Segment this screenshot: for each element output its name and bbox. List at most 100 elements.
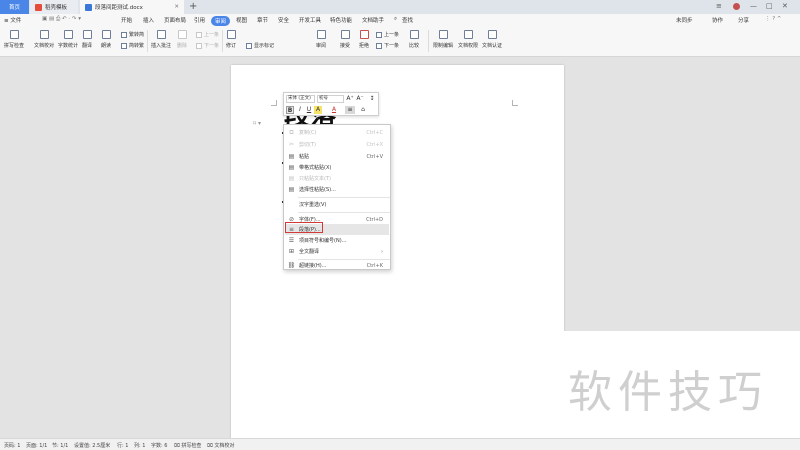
spellcheck-button[interactable]: 拼写检查 (4, 30, 24, 49)
menu-page-layout[interactable]: 页面布局 (164, 16, 186, 24)
minimize-button[interactable]: — (750, 2, 757, 10)
speaker-icon (101, 30, 111, 39)
status-spellcheck[interactable]: ⌧ 拼写检查 (174, 442, 201, 449)
menu-paste[interactable]: ▤ 粘贴 Ctrl+V (285, 151, 389, 162)
sync-status[interactable]: 未同步 (676, 16, 693, 24)
reject-button[interactable]: 拒绝 (359, 30, 369, 49)
review-pane-button[interactable]: 审阅 (316, 30, 326, 49)
tab-document[interactable]: 段落间距测试.docx ✕ (80, 0, 184, 14)
search-icon[interactable]: ⌕ (394, 16, 397, 23)
trad-to-simp-button[interactable]: 简转繁 (121, 42, 144, 49)
share-button[interactable]: 分享 (738, 16, 749, 24)
status-col[interactable]: 列: 1 (134, 442, 145, 449)
menu-security[interactable]: 安全 (278, 16, 289, 24)
prev-comment-button[interactable]: 上一条 (196, 31, 219, 38)
doc-cert-icon (487, 30, 497, 39)
italic-button[interactable]: I (296, 106, 304, 114)
status-spellcheck-label: 拼写检查 (181, 442, 202, 449)
word-count-button[interactable]: 字数统计 (58, 30, 78, 49)
prev-icon (196, 31, 202, 38)
font-size-select[interactable]: 初号 (317, 95, 344, 103)
compare-label: 比较 (409, 43, 420, 49)
translate-icon (82, 30, 92, 39)
crop-mark (512, 100, 518, 106)
close-tab-icon[interactable]: ✕ (174, 4, 179, 10)
doc-permission-button[interactable]: 文档权限 (458, 30, 478, 49)
menu-paste-format[interactable]: ▤ 带格式粘贴(X) (285, 162, 389, 173)
menu-reference[interactable]: 引用 (194, 16, 205, 24)
tab-template[interactable]: 稻壳模板 (30, 0, 78, 14)
menu-full-translate[interactable]: ⊞ 全文翻译 › (285, 246, 389, 257)
close-button[interactable]: ✕ (782, 2, 788, 10)
show-markup-button[interactable]: 显示标记 (246, 42, 274, 49)
menu-copy[interactable]: ⧉ 复制(C) Ctrl+C (285, 127, 389, 138)
menu-developer[interactable]: 开发工具 (299, 16, 321, 24)
new-tab-button[interactable]: + (189, 1, 197, 12)
doc-proof-button[interactable]: 文档校对 (34, 30, 54, 49)
font-name-select[interactable]: 宋体 (正文) (286, 95, 315, 103)
menu-doc-assistant[interactable]: 文档助手 (362, 16, 384, 24)
shrink-font-button[interactable]: A⁻ (356, 95, 364, 103)
status-setting[interactable]: 设置值: 2.5厘米 (74, 442, 110, 449)
blank-icon (288, 201, 295, 208)
read-aloud-label: 朗读 (101, 43, 112, 49)
read-aloud-button[interactable]: 朗读 (101, 30, 111, 49)
highlight-button[interactable]: A (314, 106, 322, 114)
underline-button[interactable]: U (305, 106, 313, 114)
status-proof[interactable]: ⌧ 文档校对 (207, 442, 234, 449)
menu-start[interactable]: 开始 (121, 16, 132, 24)
restrict-edit-button[interactable]: 限制编辑 (433, 30, 453, 49)
delete-comment-button[interactable]: 删除 (177, 30, 187, 49)
doc-cert-button[interactable]: 文档认证 (482, 30, 502, 49)
translate-button[interactable]: 翻译 (82, 30, 92, 49)
comment-icon (156, 30, 166, 39)
file-menu[interactable]: ≡ 文件 (4, 16, 21, 24)
next-comment-button[interactable]: 下一条 (196, 42, 219, 49)
bold-button[interactable]: B (286, 106, 294, 114)
status-word-count[interactable]: 字数: 6 (151, 442, 167, 449)
paragraph-handle-icon[interactable]: ⌑ ▾ (253, 120, 261, 127)
tab-home[interactable]: 首页 (0, 0, 29, 14)
menu-view[interactable]: 视图 (236, 16, 247, 24)
quick-access-icons[interactable]: ▣ ▤ ⎙ ↶ · ↷ ▾ (42, 16, 81, 23)
status-row[interactable]: 行: 1 (117, 442, 128, 449)
line-spacing-icon[interactable]: ↕ (368, 95, 376, 103)
status-pages[interactable]: 页面: 1/1 (26, 442, 47, 449)
menu-icon[interactable]: ≡ (716, 2, 722, 10)
translate-icon: ⊞ (288, 248, 295, 255)
align-icon[interactable]: ≡ (345, 106, 355, 114)
menu-features[interactable]: 特色功能 (330, 16, 352, 24)
font-color-button[interactable]: A (330, 106, 338, 114)
menu-bullets-numbering[interactable]: ☰ 项目符号和编号(N)... (285, 235, 389, 246)
collaborate-button[interactable]: 协作 (712, 16, 723, 24)
next-change-button[interactable]: 下一条 (376, 42, 399, 49)
grow-font-button[interactable]: A⁺ (346, 95, 354, 103)
menu-section[interactable]: 章节 (257, 16, 268, 24)
menu-review[interactable]: 审阅 (211, 15, 231, 26)
convert-icon (121, 31, 127, 38)
more-icon[interactable]: ⋮ ? ^ (765, 16, 782, 22)
accept-button[interactable]: 接受 (340, 30, 350, 49)
status-section[interactable]: 节: 1/1 (52, 442, 68, 449)
search-button[interactable]: 查找 (402, 16, 413, 24)
format-painter-icon[interactable]: ⌂ (359, 106, 367, 114)
prev-change-button[interactable]: 上一条 (376, 31, 399, 38)
menu-hyperlink[interactable]: ⛓ 超链接(H)... Ctrl+K (285, 260, 389, 271)
maximize-button[interactable]: □ (766, 2, 773, 10)
menu-font-shortcut: Ctrl+D (366, 216, 383, 223)
simp-to-trad-button[interactable]: 繁转简 (121, 31, 144, 38)
menu-cut-shortcut: Ctrl+X (366, 141, 383, 148)
status-page-num[interactable]: 页码: 1 (4, 442, 20, 449)
menu-paste-text-label: 只粘贴文本(T) (299, 176, 331, 182)
menu-separator (298, 197, 390, 198)
menu-insert[interactable]: 插入 (143, 16, 154, 24)
menu-paste-text[interactable]: ▤ 只粘贴文本(T) (285, 173, 389, 184)
document-page[interactable] (231, 65, 564, 445)
track-changes-button[interactable]: 修订 (226, 30, 236, 49)
compare-button[interactable]: 比较 (409, 30, 419, 49)
menu-hanzi-reselect[interactable]: 汉字重选(V) (285, 199, 389, 210)
insert-comment-button[interactable]: 插入批注 (151, 30, 171, 49)
avatar[interactable] (733, 3, 740, 10)
menu-paste-special[interactable]: ▤ 选择性粘贴(S)... (285, 184, 389, 195)
menu-cut[interactable]: ✂ 剪切(T) Ctrl+X (285, 139, 389, 150)
